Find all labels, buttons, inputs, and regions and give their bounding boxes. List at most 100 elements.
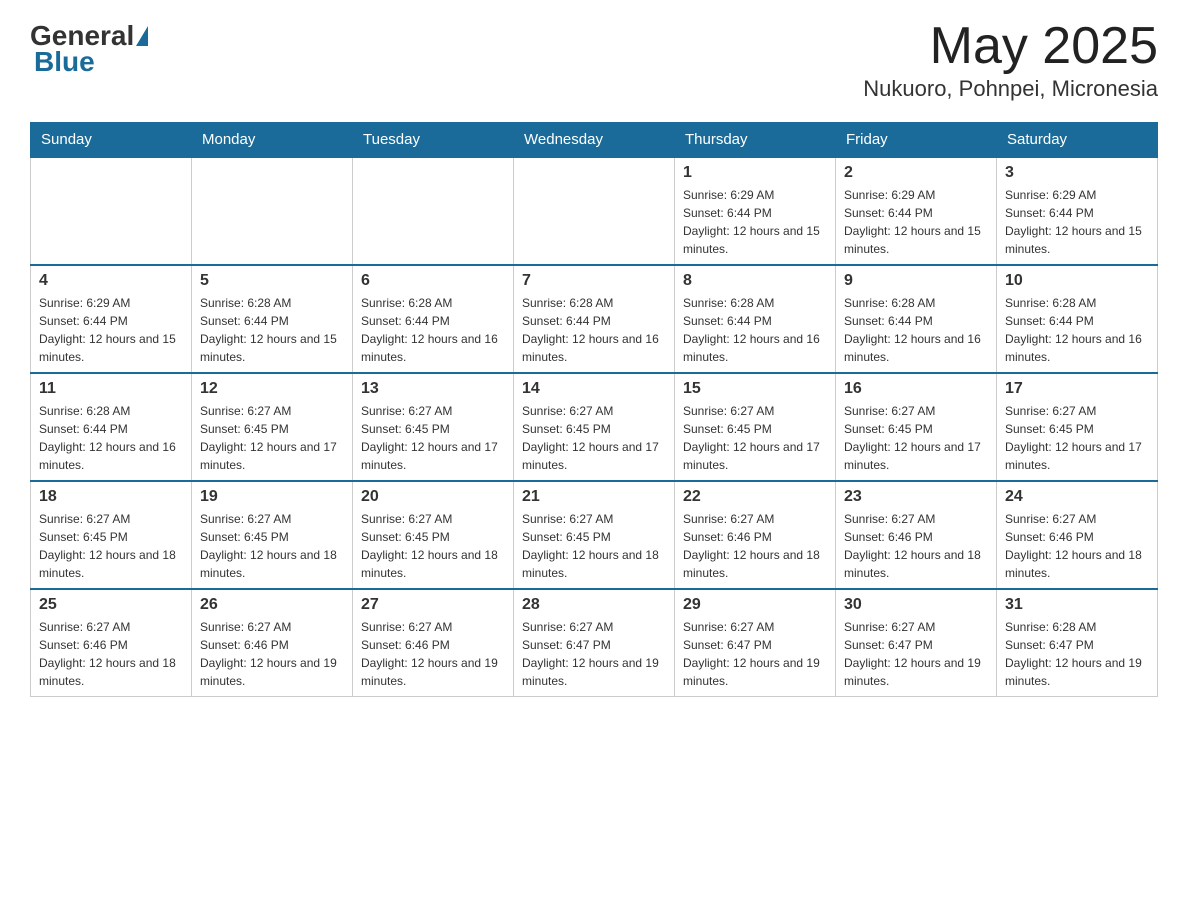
day-number: 10 [1005, 272, 1149, 290]
day-info: Sunrise: 6:27 AMSunset: 6:45 PMDaylight:… [200, 510, 344, 582]
calendar-week-4: 18Sunrise: 6:27 AMSunset: 6:45 PMDayligh… [31, 481, 1158, 589]
day-info: Sunrise: 6:29 AMSunset: 6:44 PMDaylight:… [39, 294, 183, 366]
calendar-cell: 18Sunrise: 6:27 AMSunset: 6:45 PMDayligh… [31, 481, 192, 589]
calendar-cell: 28 Sunrise: 6:27 AMSunset: 6:47 PMDayligh… [514, 589, 675, 697]
day-number: 21 [522, 488, 666, 506]
day-number: 31 [1005, 596, 1149, 614]
day-info: Sunrise: 6:28 AMSunset: 6:44 PMDaylight:… [39, 402, 183, 474]
calendar-cell: 13Sunrise: 6:27 AMSunset: 6:45 PMDayligh… [353, 373, 514, 481]
day-info: Sunrise: 6:28 AMSunset: 6:44 PMDaylight:… [200, 294, 344, 366]
calendar-cell: 11 Sunrise: 6:28 AMSunset: 6:44 PMDayligh… [31, 373, 192, 481]
day-number: 11 [39, 380, 183, 398]
calendar-cell: 6 Sunrise: 6:28 AMSunset: 6:44 PMDaylight… [353, 265, 514, 373]
calendar-cell [192, 157, 353, 265]
day-number: 7 [522, 272, 666, 290]
day-number: 6 [361, 272, 505, 290]
day-number: 30 [844, 596, 988, 614]
calendar-week-5: 25Sunrise: 6:27 AMSunset: 6:46 PMDayligh… [31, 589, 1158, 697]
calendar-cell: 5 Sunrise: 6:28 AMSunset: 6:44 PMDaylight… [192, 265, 353, 373]
location: Nukuoro, Pohnpei, Micronesia [863, 76, 1158, 102]
day-info: Sunrise: 6:27 AMSunset: 6:46 PMDaylight:… [361, 618, 505, 690]
calendar-header-saturday: Saturday [997, 123, 1158, 158]
day-info: Sunrise: 6:28 AMSunset: 6:47 PMDaylight:… [1005, 618, 1149, 690]
day-number: 2 [844, 164, 988, 182]
calendar-cell: 8 Sunrise: 6:28 AMSunset: 6:44 PMDaylight… [675, 265, 836, 373]
calendar-cell: 23 Sunrise: 6:27 AMSunset: 6:46 PMDayligh… [836, 481, 997, 589]
day-info: Sunrise: 6:27 AMSunset: 6:46 PMDaylight:… [844, 510, 988, 582]
day-number: 15 [683, 380, 827, 398]
day-info: Sunrise: 6:27 AMSunset: 6:45 PMDaylight:… [844, 402, 988, 474]
day-number: 9 [844, 272, 988, 290]
calendar-header-row: SundayMondayTuesdayWednesdayThursdayFrid… [31, 123, 1158, 158]
day-number: 3 [1005, 164, 1149, 182]
calendar-cell: 31 Sunrise: 6:28 AMSunset: 6:47 PMDayligh… [997, 589, 1158, 697]
month-title: May 2025 [863, 20, 1158, 72]
calendar-cell: 25Sunrise: 6:27 AMSunset: 6:46 PMDayligh… [31, 589, 192, 697]
day-number: 22 [683, 488, 827, 506]
calendar-cell: 10 Sunrise: 6:28 AMSunset: 6:44 PMDayligh… [997, 265, 1158, 373]
title-block: May 2025 Nukuoro, Pohnpei, Micronesia [863, 20, 1158, 102]
day-number: 20 [361, 488, 505, 506]
day-info: Sunrise: 6:27 AMSunset: 6:47 PMDaylight:… [844, 618, 988, 690]
calendar-cell: 19 Sunrise: 6:27 AMSunset: 6:45 PMDayligh… [192, 481, 353, 589]
calendar-header-sunday: Sunday [31, 123, 192, 158]
calendar-cell: 9 Sunrise: 6:28 AMSunset: 6:44 PMDaylight… [836, 265, 997, 373]
day-number: 16 [844, 380, 988, 398]
calendar-cell: 7 Sunrise: 6:28 AMSunset: 6:44 PMDaylight… [514, 265, 675, 373]
calendar-header-tuesday: Tuesday [353, 123, 514, 158]
day-info: Sunrise: 6:27 AMSunset: 6:46 PMDaylight:… [200, 618, 344, 690]
calendar-cell [353, 157, 514, 265]
calendar-cell: 12Sunrise: 6:27 AMSunset: 6:45 PMDayligh… [192, 373, 353, 481]
day-info: Sunrise: 6:27 AMSunset: 6:45 PMDaylight:… [361, 510, 505, 582]
calendar-cell: 26 Sunrise: 6:27 AMSunset: 6:46 PMDayligh… [192, 589, 353, 697]
day-number: 12 [200, 380, 344, 398]
day-info: Sunrise: 6:28 AMSunset: 6:44 PMDaylight:… [844, 294, 988, 366]
day-info: Sunrise: 6:27 AMSunset: 6:47 PMDaylight:… [683, 618, 827, 690]
calendar-week-3: 11 Sunrise: 6:28 AMSunset: 6:44 PMDayligh… [31, 373, 1158, 481]
day-number: 27 [361, 596, 505, 614]
calendar-header-friday: Friday [836, 123, 997, 158]
day-info: Sunrise: 6:27 AMSunset: 6:45 PMDaylight:… [522, 402, 666, 474]
day-number: 29 [683, 596, 827, 614]
day-number: 8 [683, 272, 827, 290]
day-number: 19 [200, 488, 344, 506]
calendar-cell: 24 Sunrise: 6:27 AMSunset: 6:46 PMDayligh… [997, 481, 1158, 589]
day-number: 24 [1005, 488, 1149, 506]
day-number: 23 [844, 488, 988, 506]
calendar-cell: 14Sunrise: 6:27 AMSunset: 6:45 PMDayligh… [514, 373, 675, 481]
calendar-cell: 27 Sunrise: 6:27 AMSunset: 6:46 PMDayligh… [353, 589, 514, 697]
day-info: Sunrise: 6:28 AMSunset: 6:44 PMDaylight:… [683, 294, 827, 366]
day-info: Sunrise: 6:28 AMSunset: 6:44 PMDaylight:… [522, 294, 666, 366]
day-number: 28 [522, 596, 666, 614]
calendar-cell: 17Sunrise: 6:27 AMSunset: 6:45 PMDayligh… [997, 373, 1158, 481]
calendar-cell: 15Sunrise: 6:27 AMSunset: 6:45 PMDayligh… [675, 373, 836, 481]
calendar-week-1: 1 Sunrise: 6:29 AMSunset: 6:44 PMDaylight… [31, 157, 1158, 265]
day-info: Sunrise: 6:27 AMSunset: 6:45 PMDaylight:… [522, 510, 666, 582]
day-info: Sunrise: 6:28 AMSunset: 6:44 PMDaylight:… [1005, 294, 1149, 366]
day-info: Sunrise: 6:27 AMSunset: 6:45 PMDaylight:… [39, 510, 183, 582]
logo-triangle-icon [136, 26, 148, 46]
day-info: Sunrise: 6:27 AMSunset: 6:46 PMDaylight:… [683, 510, 827, 582]
calendar-cell: 16 Sunrise: 6:27 AMSunset: 6:45 PMDayligh… [836, 373, 997, 481]
calendar-cell: 29 Sunrise: 6:27 AMSunset: 6:47 PMDayligh… [675, 589, 836, 697]
day-info: Sunrise: 6:28 AMSunset: 6:44 PMDaylight:… [361, 294, 505, 366]
calendar-header-thursday: Thursday [675, 123, 836, 158]
day-info: Sunrise: 6:27 AMSunset: 6:45 PMDaylight:… [361, 402, 505, 474]
calendar-week-2: 4Sunrise: 6:29 AMSunset: 6:44 PMDaylight… [31, 265, 1158, 373]
day-info: Sunrise: 6:27 AMSunset: 6:46 PMDaylight:… [1005, 510, 1149, 582]
calendar-cell: 1Sunrise: 6:29 AMSunset: 6:44 PMDaylight… [675, 157, 836, 265]
day-info: Sunrise: 6:29 AMSunset: 6:44 PMDaylight:… [844, 186, 988, 258]
page-header: General Blue May 2025 Nukuoro, Pohnpei, … [30, 20, 1158, 102]
day-number: 1 [683, 164, 827, 182]
calendar-cell: 20 Sunrise: 6:27 AMSunset: 6:45 PMDayligh… [353, 481, 514, 589]
day-info: Sunrise: 6:27 AMSunset: 6:45 PMDaylight:… [1005, 402, 1149, 474]
calendar-header-monday: Monday [192, 123, 353, 158]
logo: General Blue [30, 20, 150, 78]
day-info: Sunrise: 6:27 AMSunset: 6:47 PMDaylight:… [522, 618, 666, 690]
day-number: 5 [200, 272, 344, 290]
day-number: 26 [200, 596, 344, 614]
calendar-cell: 21 Sunrise: 6:27 AMSunset: 6:45 PMDayligh… [514, 481, 675, 589]
calendar-cell: 4Sunrise: 6:29 AMSunset: 6:44 PMDaylight… [31, 265, 192, 373]
calendar-table: SundayMondayTuesdayWednesdayThursdayFrid… [30, 122, 1158, 697]
calendar-cell: 22 Sunrise: 6:27 AMSunset: 6:46 PMDayligh… [675, 481, 836, 589]
